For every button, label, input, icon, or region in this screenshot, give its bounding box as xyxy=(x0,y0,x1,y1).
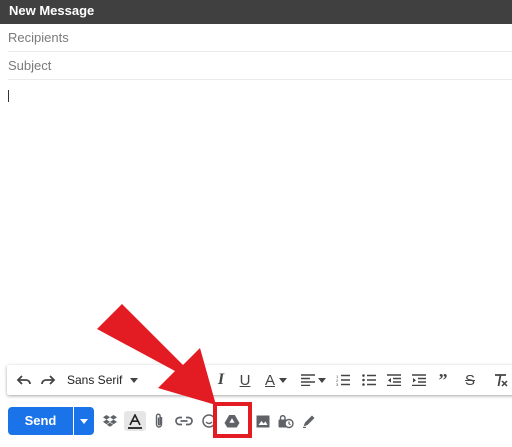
chevron-down-icon xyxy=(130,378,138,383)
chevron-down-icon xyxy=(318,370,326,390)
remove-formatting-icon[interactable] xyxy=(493,370,509,390)
italic-icon[interactable]: I xyxy=(213,370,229,390)
formatting-options-icon[interactable] xyxy=(124,411,146,431)
body-text-cursor xyxy=(8,90,9,102)
align-icon[interactable] xyxy=(300,370,316,390)
subject-field[interactable]: Subject xyxy=(8,53,512,80)
redo-icon[interactable] xyxy=(39,370,57,390)
font-family-select[interactable]: Sans Serif xyxy=(67,370,122,390)
insert-link-icon[interactable] xyxy=(173,411,195,431)
dropbox-icon[interactable] xyxy=(100,411,120,431)
send-options-button[interactable] xyxy=(74,407,94,435)
formatting-toolbar: Sans Serif I U A 123 ” S xyxy=(7,365,512,395)
numbered-list-icon[interactable]: 123 xyxy=(335,370,351,390)
text-color-icon[interactable]: A xyxy=(263,370,277,390)
chevron-down-icon xyxy=(279,370,287,390)
compose-title: New Message xyxy=(0,0,512,24)
compose-window: New Message Recipients Subject Sans Seri… xyxy=(0,0,512,447)
google-drive-highlight-box xyxy=(213,402,252,438)
indent-less-icon[interactable] xyxy=(386,370,402,390)
send-button[interactable]: Send xyxy=(8,407,73,435)
underline-icon[interactable]: U xyxy=(237,370,253,390)
quote-icon[interactable]: ” xyxy=(436,370,450,390)
confidential-mode-icon[interactable] xyxy=(276,411,296,431)
recipients-field[interactable]: Recipients xyxy=(8,25,512,52)
indent-more-icon[interactable] xyxy=(411,370,427,390)
attach-file-icon[interactable] xyxy=(149,411,169,431)
bulleted-list-icon[interactable] xyxy=(361,370,377,390)
svg-text:3: 3 xyxy=(336,382,339,386)
undo-icon[interactable] xyxy=(15,370,33,390)
strikethrough-icon[interactable]: S xyxy=(463,370,477,390)
insert-photo-icon[interactable] xyxy=(253,411,273,431)
signature-icon[interactable] xyxy=(299,411,319,431)
